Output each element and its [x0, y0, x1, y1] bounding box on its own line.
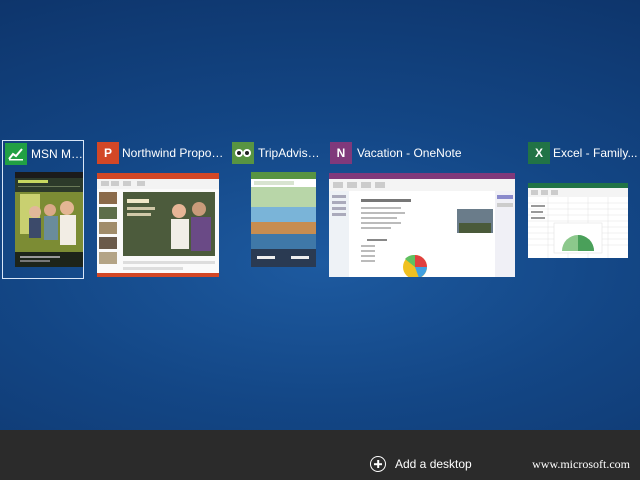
powerpoint-icon: P — [97, 142, 119, 164]
excel-icon: X — [528, 142, 550, 164]
window-title-bar[interactable]: X Excel - Family... — [528, 142, 640, 164]
tripadvisor-owl-icon — [232, 142, 254, 164]
taskbar — [0, 430, 640, 480]
window-thumbnail[interactable] — [97, 173, 219, 277]
window-title: TripAdvisor... — [258, 146, 324, 160]
add-desktop-button[interactable]: Add a desktop — [370, 455, 472, 473]
window-northwind-proposal[interactable]: P Northwind Proposa... — [90, 0, 230, 290]
window-title: Vacation - OneNote — [357, 146, 462, 160]
plus-circle-icon — [370, 456, 386, 472]
window-title-bar[interactable]: N Vacation - OneNote — [330, 142, 518, 164]
window-title-bar[interactable]: P Northwind Proposa... — [97, 142, 229, 164]
task-view: MSN Mon... — [0, 0, 640, 430]
window-title: Northwind Proposa... — [122, 146, 229, 160]
window-msn-money[interactable]: MSN Mon... — [0, 0, 90, 290]
window-thumbnail[interactable] — [251, 172, 316, 267]
window-thumbnail[interactable] — [15, 172, 83, 267]
window-title-bar[interactable]: TripAdvisor... — [232, 142, 324, 164]
window-vacation-onenote[interactable]: N Vacation - OneNote — [325, 0, 520, 290]
window-thumbnail[interactable] — [329, 173, 515, 277]
watermark: www.microsoft.com — [532, 457, 630, 471]
window-excel-family[interactable]: X Excel - Family... — [520, 0, 640, 290]
window-thumbnail[interactable] — [528, 183, 628, 258]
add-desktop-label: Add a desktop — [395, 457, 472, 471]
window-title: Excel - Family... — [553, 146, 638, 160]
onenote-icon: N — [330, 142, 352, 164]
window-tripadvisor[interactable]: TripAdvisor... — [230, 0, 325, 290]
